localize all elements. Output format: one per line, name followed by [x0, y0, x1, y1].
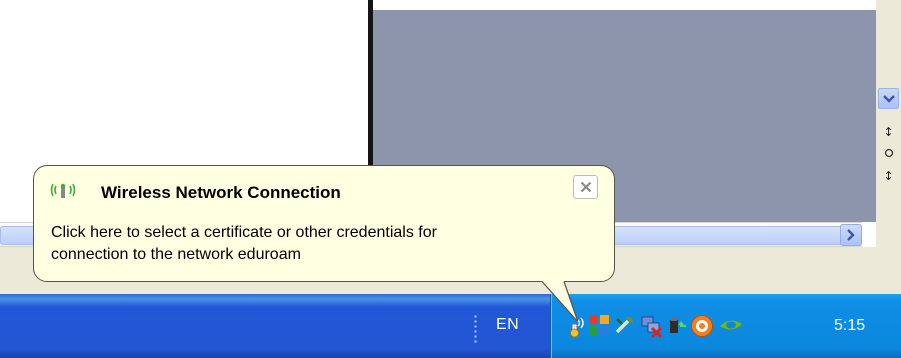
tool-icon[interactable] [614, 314, 636, 336]
wireless-signal-icon [50, 183, 76, 198]
audio-icon[interactable] [666, 314, 688, 336]
circle-icon[interactable] [880, 146, 897, 162]
balloon-message-line-1: Click here to select a certificate or ot… [51, 224, 437, 241]
double-up-arrow-icon[interactable]: ↕ [880, 124, 897, 140]
orange-circle-app-icon[interactable] [690, 314, 713, 337]
scroll-down-button[interactable] [878, 88, 899, 109]
balloon-message-line-2: connection to the network eduroam [51, 246, 301, 263]
network-disconnected-icon[interactable] [640, 314, 662, 338]
toolbar-grip[interactable] [474, 314, 477, 344]
panel-top-strip [373, 0, 876, 10]
balloon-pointer [541, 281, 579, 321]
balloon-close-button[interactable] [573, 175, 598, 199]
nvidia-icon[interactable] [718, 314, 742, 336]
close-icon [580, 181, 591, 193]
language-indicator[interactable]: EN [496, 316, 519, 334]
chevron-down-icon [882, 94, 895, 103]
system-clock[interactable]: 5:15 [834, 317, 865, 335]
double-down-arrow-icon[interactable]: ↕ [880, 168, 897, 184]
chevron-right-icon [847, 229, 855, 241]
scroll-right-button[interactable] [840, 224, 862, 246]
balloon-title: Wireless Network Connection [101, 183, 341, 202]
network-puzzle-icon[interactable] [588, 314, 610, 336]
balloon-message[interactable]: Click here to select a certificate or ot… [51, 222, 596, 266]
